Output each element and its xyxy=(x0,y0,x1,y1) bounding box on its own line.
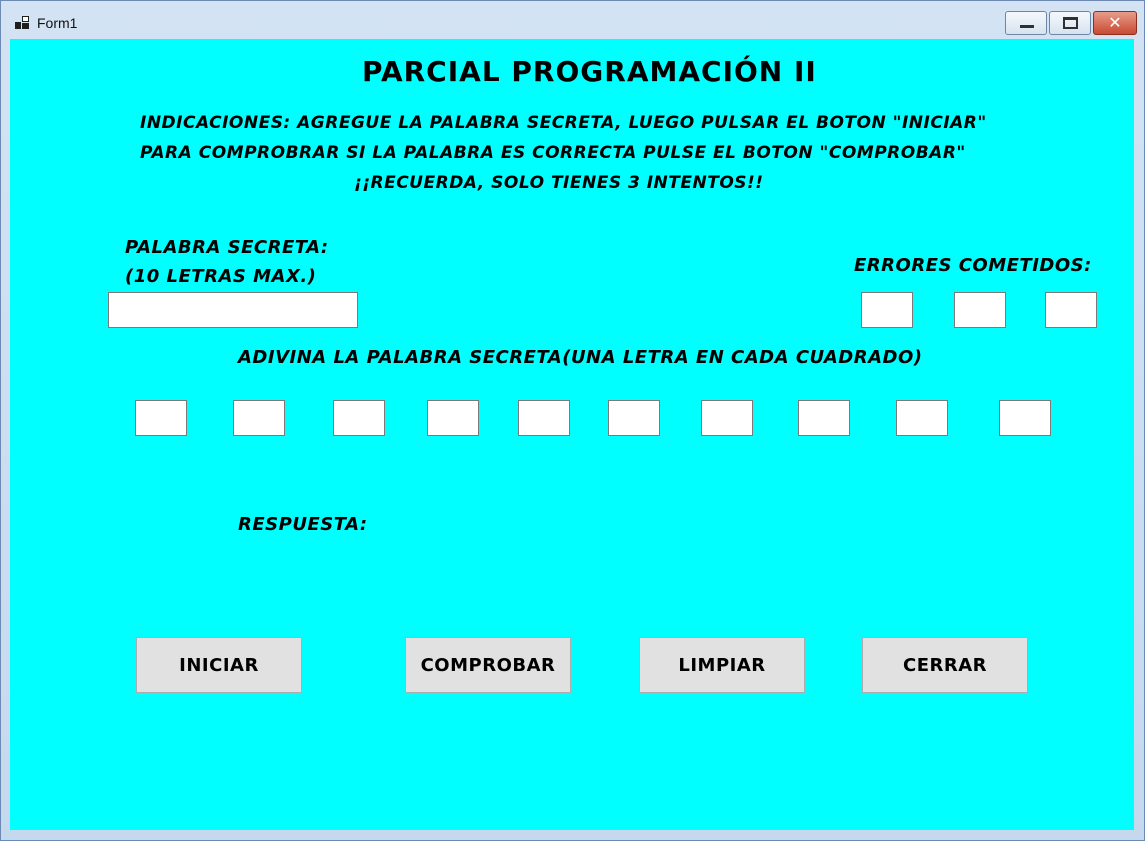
form-window: Form1 ✕ PARCIAL PROGRAMACIÓN II INDICACI… xyxy=(0,0,1145,841)
secret-word-limit-label: (10 LETRAS MAX.) xyxy=(125,266,317,287)
letter-box-3[interactable] xyxy=(333,400,385,436)
error-box-2[interactable] xyxy=(954,292,1006,328)
letter-box-10[interactable] xyxy=(999,400,1051,436)
window-app-icon xyxy=(15,16,29,30)
secret-word-label: PALABRA SECRETA: xyxy=(125,237,329,258)
errors-label: ERRORES COMETIDOS: xyxy=(854,255,1092,276)
letter-box-6[interactable] xyxy=(608,400,660,436)
close-window-button[interactable]: ✕ xyxy=(1093,11,1137,35)
letter-box-4[interactable] xyxy=(427,400,479,436)
check-button[interactable]: COMPROBAR xyxy=(405,637,571,693)
title-bar[interactable]: Form1 ✕ xyxy=(1,1,1144,39)
error-box-1[interactable] xyxy=(861,292,913,328)
letter-box-8[interactable] xyxy=(798,400,850,436)
secret-word-input[interactable] xyxy=(108,292,358,328)
start-button[interactable]: INICIAR xyxy=(136,637,302,693)
instructions-line-1: INDICACIONES: AGREGUE LA PALABRA SECRETA… xyxy=(140,113,987,133)
page-title: PARCIAL PROGRAMACIÓN II xyxy=(362,55,817,88)
form-client-area: PARCIAL PROGRAMACIÓN II INDICACIONES: AG… xyxy=(10,39,1134,830)
clear-button[interactable]: LIMPIAR xyxy=(639,637,805,693)
answer-label: RESPUESTA: xyxy=(238,514,368,535)
guess-label: ADIVINA LA PALABRA SECRETA(UNA LETRA EN … xyxy=(238,347,923,368)
close-icon: ✕ xyxy=(1108,13,1122,32)
instructions-line-3: ¡¡RECUERDA, SOLO TIENES 3 INTENTOS!! xyxy=(354,173,764,193)
letter-box-5[interactable] xyxy=(518,400,570,436)
error-box-3[interactable] xyxy=(1045,292,1097,328)
close-button[interactable]: CERRAR xyxy=(862,637,1028,693)
window-title: Form1 xyxy=(37,15,78,31)
maximize-icon xyxy=(1063,17,1078,29)
letter-box-9[interactable] xyxy=(896,400,948,436)
letter-box-2[interactable] xyxy=(233,400,285,436)
minimize-button[interactable] xyxy=(1005,11,1047,35)
letter-box-1[interactable] xyxy=(135,400,187,436)
maximize-button[interactable] xyxy=(1049,11,1091,35)
instructions-line-2: PARA COMPROBRAR SI LA PALABRA ES CORRECT… xyxy=(140,143,966,163)
minimize-icon xyxy=(1020,25,1034,28)
letter-box-7[interactable] xyxy=(701,400,753,436)
